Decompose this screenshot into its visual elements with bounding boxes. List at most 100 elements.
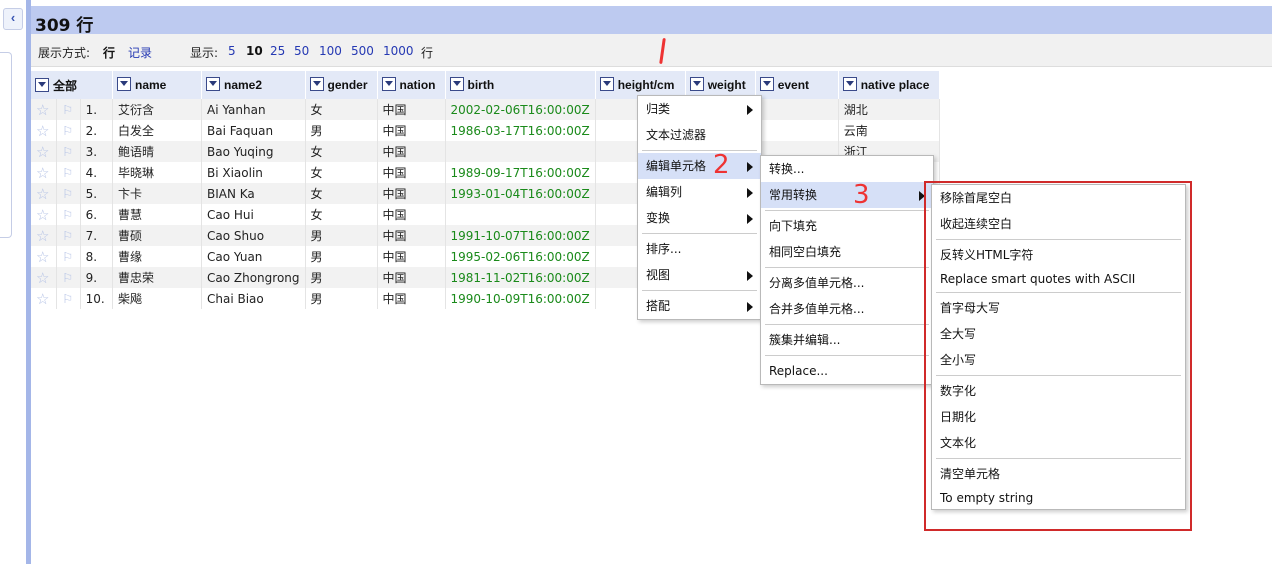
cell-nation[interactable]: 中国	[377, 141, 446, 162]
flag-icon[interactable]: ⚐	[56, 120, 81, 141]
star-icon[interactable]: ☆	[31, 120, 58, 141]
cell-gender[interactable]: 女	[305, 183, 378, 204]
menu-facet[interactable]: 归类	[638, 96, 761, 122]
cell-name2[interactable]: Bi Xiaolin	[201, 162, 306, 183]
cell-name2[interactable]: Cao Zhongrong	[201, 267, 306, 288]
column-header-name2[interactable]: name2	[201, 71, 306, 99]
cell-name2[interactable]: Chai Biao	[201, 288, 306, 309]
menu-split-multivalued[interactable]: 分离多值单元格...	[761, 270, 933, 296]
cell-gender[interactable]: 女	[305, 204, 378, 225]
menu-replace[interactable]: Replace...	[761, 358, 933, 384]
cell-name2[interactable]: BIAN Ka	[201, 183, 306, 204]
cell-gender[interactable]: 女	[305, 141, 378, 162]
cell-name2[interactable]: Bai Faquan	[201, 120, 306, 141]
column-menu-icon[interactable]	[842, 77, 857, 92]
cell-nation[interactable]: 中国	[377, 162, 446, 183]
cell-name2[interactable]: Cao Hui	[201, 204, 306, 225]
cell-native[interactable]: 云南	[838, 120, 940, 141]
cell-birth[interactable]: 1986-03-17T16:00:00Z	[445, 120, 596, 141]
flag-icon[interactable]: ⚐	[56, 246, 81, 267]
cell-name2[interactable]: Bao Yuqing	[201, 141, 306, 162]
all-column-header[interactable]: 全部	[31, 71, 113, 99]
column-menu-icon[interactable]	[381, 77, 396, 92]
column-menu-icon[interactable]	[449, 77, 464, 92]
cell-gender[interactable]: 男	[305, 225, 378, 246]
cell-native[interactable]: 湖北	[838, 99, 940, 120]
cell-name[interactable]: 曹忠荣	[112, 267, 202, 288]
page-size-5[interactable]: 5	[228, 44, 236, 58]
column-menu-icon[interactable]	[759, 77, 774, 92]
cell-name2[interactable]: Cao Yuan	[201, 246, 306, 267]
star-icon[interactable]: ☆	[31, 204, 58, 225]
cell-event[interactable]	[755, 99, 839, 120]
menu-transform[interactable]: 转换...	[761, 156, 933, 182]
menu-reconcile[interactable]: 搭配	[638, 293, 761, 319]
cell-nation[interactable]: 中国	[377, 183, 446, 204]
flag-icon[interactable]: ⚐	[56, 288, 81, 309]
cell-name[interactable]: 艾衍含	[112, 99, 202, 120]
menu-transpose[interactable]: 变换	[638, 205, 761, 231]
cell-nation[interactable]: 中国	[377, 246, 446, 267]
cell-birth[interactable]: 2002-02-06T16:00:00Z	[445, 99, 596, 120]
column-header-event[interactable]: event	[755, 71, 839, 99]
cell-birth[interactable]: 1990-10-09T16:00:00Z	[445, 288, 596, 309]
star-icon[interactable]: ☆	[31, 288, 58, 309]
flag-icon[interactable]: ⚐	[56, 183, 81, 204]
page-size-50[interactable]: 50	[294, 44, 309, 58]
cell-gender[interactable]: 女	[305, 99, 378, 120]
menu-blank-down[interactable]: 相同空白填充	[761, 239, 933, 265]
cell-name[interactable]: 柴飚	[112, 288, 202, 309]
cell-birth[interactable]: 1995-02-06T16:00:00Z	[445, 246, 596, 267]
cell-nation[interactable]: 中国	[377, 267, 446, 288]
cell-name[interactable]: 鲍语晴	[112, 141, 202, 162]
page-size-1000[interactable]: 1000	[383, 44, 414, 58]
cell-nation[interactable]: 中国	[377, 204, 446, 225]
cell-name[interactable]: 毕晓琳	[112, 162, 202, 183]
collapse-left-panel-icon[interactable]: ‹	[3, 8, 23, 30]
page-size-25[interactable]: 25	[270, 44, 285, 58]
cell-event[interactable]	[755, 120, 839, 141]
cell-birth[interactable]	[445, 204, 596, 225]
cell-name2[interactable]: Cao Shuo	[201, 225, 306, 246]
column-header-gender[interactable]: gender	[305, 71, 378, 99]
cell-birth[interactable]	[445, 141, 596, 162]
menu-sort[interactable]: 排序...	[638, 236, 761, 262]
page-size-100[interactable]: 100	[319, 44, 342, 58]
column-menu-icon[interactable]	[35, 78, 49, 93]
cell-nation[interactable]: 中国	[377, 99, 446, 120]
star-icon[interactable]: ☆	[31, 267, 58, 288]
cell-name[interactable]: 卞卡	[112, 183, 202, 204]
menu-join-multivalued[interactable]: 合并多值单元格...	[761, 296, 933, 322]
cell-birth[interactable]: 1993-01-04T16:00:00Z	[445, 183, 596, 204]
menu-cluster-edit[interactable]: 簇集并编辑...	[761, 327, 933, 353]
cell-gender[interactable]: 男	[305, 246, 378, 267]
star-icon[interactable]: ☆	[31, 246, 58, 267]
menu-edit-cells[interactable]: 编辑单元格	[638, 153, 761, 179]
star-icon[interactable]: ☆	[31, 225, 58, 246]
cell-birth[interactable]: 1991-10-07T16:00:00Z	[445, 225, 596, 246]
column-header-nation[interactable]: nation	[377, 71, 446, 99]
column-header-birth[interactable]: birth	[445, 71, 596, 99]
menu-fill-down[interactable]: 向下填充	[761, 213, 933, 239]
records-mode-option[interactable]: 记录	[128, 44, 152, 61]
cell-nation[interactable]: 中国	[377, 120, 446, 141]
flag-icon[interactable]: ⚐	[56, 141, 81, 162]
flag-icon[interactable]: ⚐	[56, 204, 81, 225]
cell-name2[interactable]: Ai Yanhan	[201, 99, 306, 120]
column-header-name[interactable]: name	[112, 71, 202, 99]
cell-gender[interactable]: 男	[305, 120, 378, 141]
flag-icon[interactable]: ⚐	[56, 267, 81, 288]
cell-nation[interactable]: 中国	[377, 288, 446, 309]
cell-name[interactable]: 曹硕	[112, 225, 202, 246]
cell-name[interactable]: 白发全	[112, 120, 202, 141]
flag-icon[interactable]: ⚐	[56, 225, 81, 246]
cell-name[interactable]: 曹缘	[112, 246, 202, 267]
column-menu-icon[interactable]	[689, 77, 704, 92]
cell-nation[interactable]: 中国	[377, 225, 446, 246]
rows-mode-option[interactable]: 行	[103, 44, 115, 61]
star-icon[interactable]: ☆	[31, 99, 58, 120]
menu-edit-column[interactable]: 编辑列	[638, 179, 761, 205]
page-size-10[interactable]: 10	[246, 44, 263, 58]
menu-common-transforms[interactable]: 常用转换	[761, 182, 933, 208]
column-menu-icon[interactable]	[117, 77, 131, 92]
